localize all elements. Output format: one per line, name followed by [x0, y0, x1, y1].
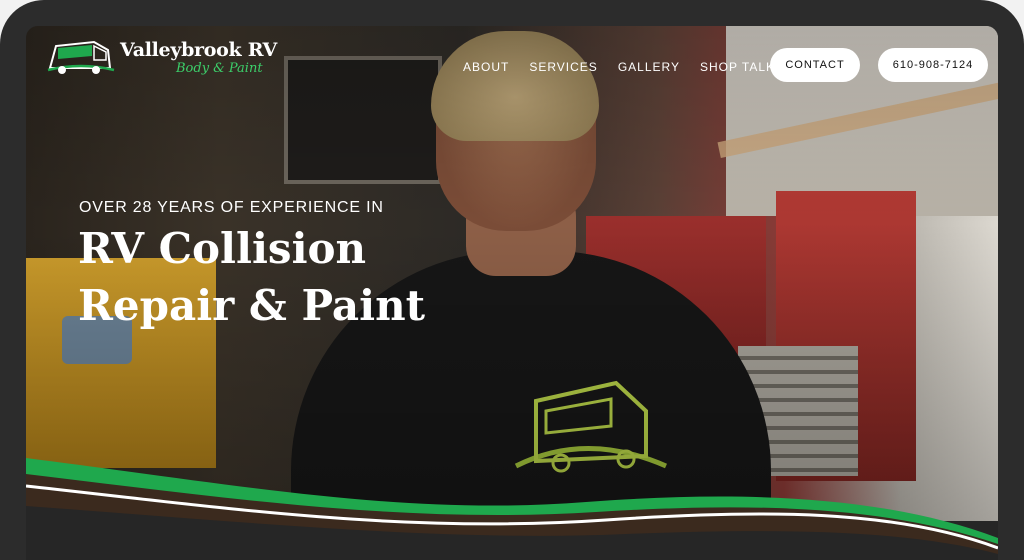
phone-button[interactable]: 610-908-7124 — [878, 48, 988, 82]
browser-viewport: Valleybrook RV Body & Paint ABOUT SERVIC… — [26, 26, 998, 560]
brand-tagline: Body & Paint — [176, 61, 263, 76]
nav-link-shop-talk[interactable]: SHOP TALK — [700, 60, 775, 74]
device-frame: Valleybrook RV Body & Paint ABOUT SERVIC… — [0, 0, 1024, 560]
nav-link-services[interactable]: SERVICES — [529, 60, 597, 74]
hero-headline-line2: Repair & Paint — [78, 281, 426, 330]
brand-name: Valleybrook RV — [120, 39, 277, 61]
hero-wave-divider — [26, 458, 998, 560]
contact-button[interactable]: CONTACT — [770, 48, 860, 82]
nav-link-gallery[interactable]: GALLERY — [618, 60, 680, 74]
logo-text: Valleybrook RV Body & Paint — [120, 39, 277, 76]
main-nav: ABOUT SERVICES GALLERY SHOP TALK — [463, 60, 775, 74]
hero-headline: RV Collision Repair & Paint — [78, 220, 498, 334]
site-logo[interactable]: Valleybrook RV Body & Paint — [46, 38, 277, 78]
rv-bus-icon — [47, 40, 115, 74]
nav-link-about[interactable]: ABOUT — [463, 60, 509, 74]
hero-headline-line1: RV Collision — [78, 224, 367, 273]
hero-eyebrow: OVER 28 YEARS OF EXPERIENCE IN — [79, 199, 384, 216]
